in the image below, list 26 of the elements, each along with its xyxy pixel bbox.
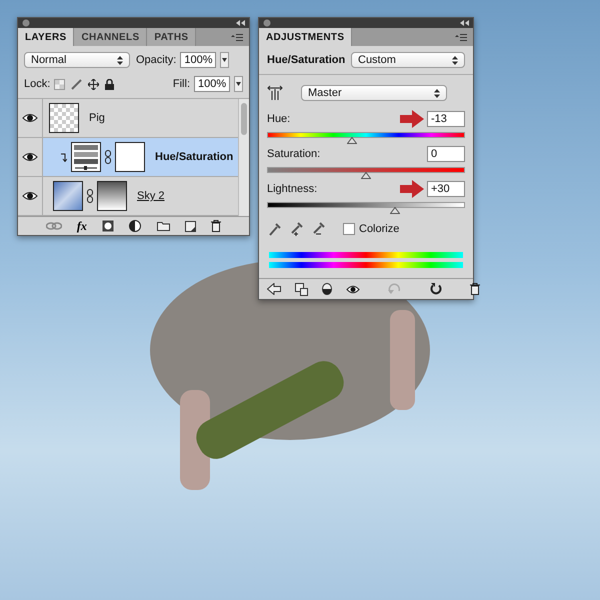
slider-label: Hue: xyxy=(267,113,290,125)
channel-select[interactable]: Master xyxy=(301,85,447,101)
panel-tab[interactable]: LAYERS xyxy=(18,28,74,46)
layer-name: Pig xyxy=(89,112,105,124)
panel-tab[interactable]: CHANNELS xyxy=(74,28,148,46)
fill-field[interactable]: 100% xyxy=(194,76,230,92)
layer-row[interactable]: Hue/Saturation xyxy=(18,138,238,177)
colorize-label: Colorize xyxy=(359,223,400,235)
opacity-label: Opacity: xyxy=(136,54,176,66)
slider-label: Lightness: xyxy=(267,183,318,195)
slider-value-field[interactable]: 0 xyxy=(427,146,465,162)
slider-label: Saturation: xyxy=(267,148,320,160)
layer-style-button[interactable]: fx xyxy=(76,218,87,234)
opacity-field[interactable]: 100% xyxy=(180,52,216,68)
lock-label: Lock: xyxy=(24,78,50,90)
preset-select[interactable]: Custom xyxy=(351,52,465,68)
layer-name: Hue/Saturation xyxy=(155,151,234,163)
layer-name: Sky 2 xyxy=(137,190,165,202)
blend-mode-select[interactable]: Normal xyxy=(24,52,130,68)
fill-label: Fill: xyxy=(172,78,190,90)
panel-tab[interactable]: PATHS xyxy=(147,28,196,46)
slider-value-field[interactable]: -13 xyxy=(427,111,465,127)
adjustment-title: Hue/Saturation xyxy=(267,54,346,66)
layer-row[interactable]: Sky 2 xyxy=(18,177,238,216)
slider-value-field[interactable]: +30 xyxy=(427,181,465,197)
panel-tab[interactable]: ADJUSTMENTS xyxy=(259,28,352,46)
